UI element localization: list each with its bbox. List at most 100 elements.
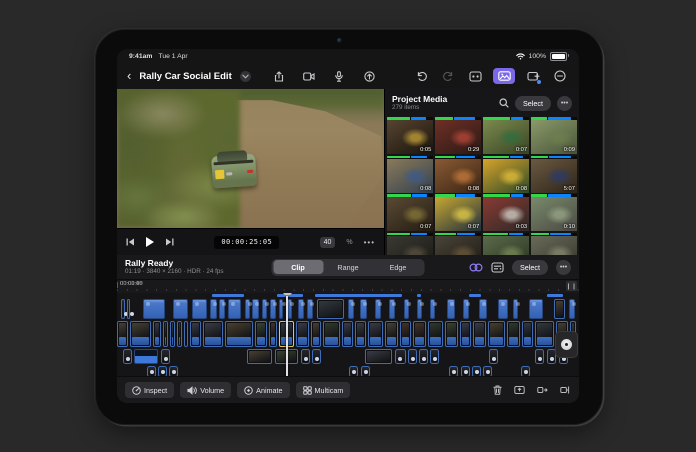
- timeline-clip[interactable]: [445, 321, 458, 347]
- multicam-button[interactable]: Multicam: [296, 382, 351, 398]
- timeline-clip[interactable]: [210, 299, 217, 319]
- track-height-icon[interactable]: ❙❙: [566, 281, 577, 291]
- timecode-display[interactable]: 00:00:25:05: [214, 236, 279, 249]
- timeline-clip[interactable]: [170, 321, 175, 347]
- video-preview[interactable]: [117, 89, 384, 228]
- microphone-icon[interactable]: [330, 68, 348, 84]
- timeline-clip[interactable]: [521, 366, 530, 376]
- timeline-clip[interactable]: [311, 321, 321, 347]
- timeline-clip[interactable]: [298, 299, 304, 319]
- inspect-button[interactable]: Inspect: [125, 382, 174, 398]
- timeline-clip[interactable]: [355, 321, 366, 347]
- timeline-clip[interactable]: [252, 299, 259, 319]
- timeline-clip[interactable]: [479, 299, 487, 319]
- media-thumb[interactable]: 0:05: [387, 117, 433, 154]
- timeline-clip[interactable]: [255, 321, 267, 347]
- timeline-clip[interactable]: [385, 321, 398, 347]
- magnetic-timeline-icon[interactable]: [469, 262, 483, 273]
- timeline-clip[interactable]: [460, 321, 471, 347]
- hide-interface-icon[interactable]: [551, 68, 569, 84]
- timeline-clip[interactable]: [569, 299, 575, 319]
- timeline-clip[interactable]: [342, 321, 353, 347]
- back-chevron-icon[interactable]: ‹: [127, 69, 131, 82]
- skip-back-icon[interactable]: [126, 238, 135, 246]
- skip-forward-icon[interactable]: [165, 238, 174, 246]
- timeline-clip[interactable]: [535, 321, 554, 347]
- timeline-clip[interactable]: [507, 321, 520, 347]
- timeline-clip[interactable]: [547, 294, 563, 297]
- timeline-clip[interactable]: [469, 294, 481, 297]
- timeline-clip[interactable]: [184, 321, 188, 347]
- timeline-clip[interactable]: [158, 366, 167, 376]
- jog-wheel-icon[interactable]: [466, 68, 484, 84]
- timeline-clip[interactable]: [513, 299, 518, 319]
- timeline-clip[interactable]: [368, 321, 383, 347]
- timeline-clip[interactable]: [419, 349, 428, 364]
- timeline-clip[interactable]: [307, 299, 313, 319]
- media-thumb[interactable]: 0:09: [531, 117, 577, 154]
- timeline-clip[interactable]: [430, 299, 435, 319]
- timeline-clip[interactable]: [348, 299, 354, 319]
- timeline-clip[interactable]: [301, 349, 310, 364]
- camera-icon[interactable]: [300, 68, 318, 84]
- timeline-clip[interactable]: [408, 349, 417, 364]
- trash-icon[interactable]: [493, 385, 502, 395]
- mode-range[interactable]: Range: [323, 260, 373, 274]
- overwrite-clip-icon[interactable]: [514, 385, 525, 395]
- play-button[interactable]: [146, 237, 154, 247]
- mode-clip[interactable]: Clip: [273, 260, 323, 274]
- timeline-clip[interactable]: [287, 299, 292, 319]
- timeline-clip[interactable]: [473, 321, 486, 347]
- media-thumb[interactable]: 0:10: [531, 194, 577, 231]
- timeline-clip[interactable]: [190, 321, 201, 347]
- pointer-circle-icon[interactable]: [360, 68, 378, 84]
- timeline-clip[interactable]: [349, 366, 358, 376]
- media-thumb[interactable]: 0:08: [387, 156, 433, 193]
- viewer-more-icon[interactable]: •••: [364, 238, 375, 247]
- timeline-clip[interactable]: [169, 366, 178, 376]
- redo-icon[interactable]: [439, 68, 457, 84]
- timeline-clip[interactable]: [535, 349, 544, 364]
- timeline-clip[interactable]: [361, 366, 370, 376]
- timeline-clip[interactable]: [245, 299, 250, 319]
- media-thumb[interactable]: 0:07: [483, 117, 529, 154]
- media-thumb[interactable]: 0:08: [435, 156, 481, 193]
- media-thumb[interactable]: 0:09: [387, 233, 433, 256]
- media-thumb[interactable]: 0:07: [387, 194, 433, 231]
- timeline-clip[interactable]: [428, 321, 443, 347]
- insert-clip-icon[interactable]: [537, 385, 548, 395]
- media-thumb[interactable]: 0:08: [483, 156, 529, 193]
- timeline-clip[interactable]: [247, 349, 272, 364]
- playhead[interactable]: [286, 293, 288, 376]
- timeline-clip[interactable]: [498, 299, 508, 319]
- timeline-clip[interactable]: [365, 349, 392, 364]
- timeline-clip[interactable]: [447, 299, 455, 319]
- timeline-clip[interactable]: [130, 321, 151, 347]
- timeline-clip[interactable]: [483, 366, 492, 376]
- timeline-more-icon[interactable]: •••: [556, 260, 571, 275]
- timeline-clip[interactable]: [488, 321, 505, 347]
- timeline-clip[interactable]: [389, 299, 395, 319]
- timeline-clip[interactable]: [153, 321, 161, 347]
- jog-dial[interactable]: [555, 331, 578, 358]
- search-icon[interactable]: [499, 98, 509, 108]
- mode-edge[interactable]: Edge: [373, 260, 423, 274]
- timeline-clip[interactable]: [143, 299, 165, 319]
- timeline-clip[interactable]: [134, 349, 158, 364]
- timeline-clip[interactable]: [203, 321, 223, 347]
- timeline-clip[interactable]: [413, 321, 426, 347]
- timeline-clip[interactable]: [312, 349, 321, 364]
- zoom-level-value[interactable]: 40: [320, 237, 336, 248]
- timeline-clip[interactable]: [404, 299, 409, 319]
- timeline-clip[interactable]: [417, 294, 421, 297]
- timeline-clip[interactable]: [163, 321, 168, 347]
- media-select-button[interactable]: Select: [515, 96, 551, 111]
- media-thumb[interactable]: 0:10: [531, 233, 577, 256]
- import-icon[interactable]: [270, 68, 288, 84]
- timeline-clip[interactable]: [117, 321, 128, 347]
- media-thumb[interactable]: 5:07: [531, 156, 577, 193]
- timeline-clip[interactable]: [219, 299, 225, 319]
- timeline-clip[interactable]: [279, 299, 283, 319]
- timeline-clip[interactable]: [121, 299, 125, 319]
- timeline-clip[interactable]: [270, 299, 276, 319]
